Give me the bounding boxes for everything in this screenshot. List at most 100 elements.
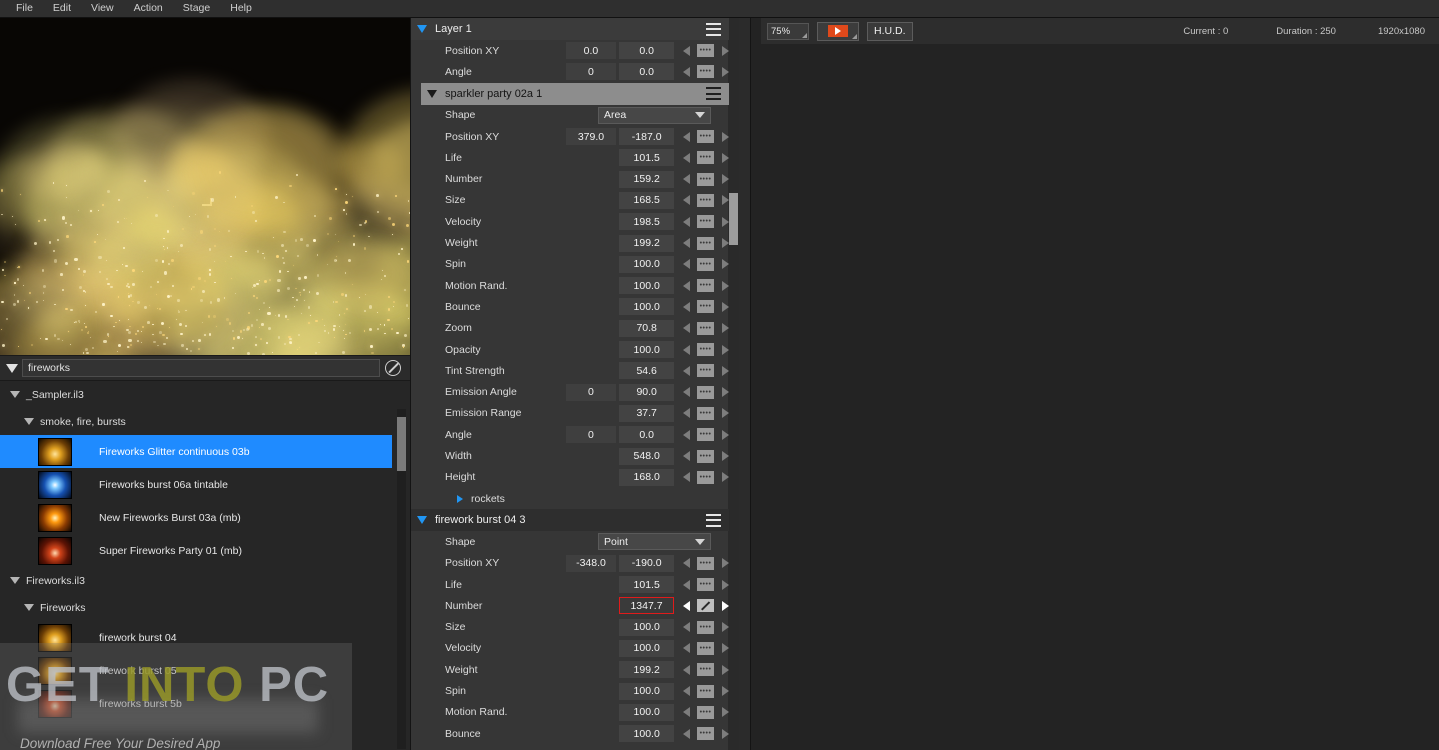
increment-arrow-icon[interactable]: [722, 664, 729, 675]
chevron-down-icon[interactable]: [24, 604, 34, 611]
param-row[interactable]: Bounce 100.0 ••••: [411, 296, 729, 317]
decrement-arrow-icon[interactable]: [683, 600, 690, 611]
curve-editor-button[interactable]: ••••: [697, 300, 714, 314]
curve-editor-button[interactable]: ••••: [697, 385, 714, 399]
curve-editor-button[interactable]: ••••: [697, 257, 714, 271]
decrement-arrow-icon[interactable]: [683, 174, 690, 185]
param-value-y[interactable]: -187.0: [619, 128, 674, 146]
decrement-arrow-icon[interactable]: [683, 686, 690, 697]
param-value-y[interactable]: 100.0: [619, 341, 674, 359]
list-item[interactable]: Fireworks Glitter continuous 03b: [0, 435, 392, 468]
effect-preview[interactable]: [0, 18, 410, 355]
menu-item-action[interactable]: Action: [124, 0, 173, 17]
param-group-header[interactable]: sparkler party 02a 1: [421, 82, 729, 105]
increment-arrow-icon[interactable]: [722, 429, 729, 440]
param-value-y[interactable]: 159.2: [619, 170, 674, 188]
decrement-arrow-icon[interactable]: [683, 728, 690, 739]
play-badge-button[interactable]: [817, 21, 859, 41]
param-row[interactable]: Size 168.5 ••••: [411, 190, 729, 211]
increment-arrow-icon[interactable]: [722, 195, 729, 206]
param-value-y[interactable]: 90.0: [619, 383, 674, 401]
decrement-arrow-icon[interactable]: [683, 323, 690, 334]
tree-node[interactable]: Fireworks: [0, 594, 392, 621]
decrement-arrow-icon[interactable]: [683, 131, 690, 142]
param-value-y[interactable]: 1347.7: [619, 597, 674, 615]
param-row[interactable]: Bounce 100.0 ••••: [411, 723, 729, 744]
param-row[interactable]: Life 101.5 ••••: [411, 147, 729, 168]
decrement-arrow-icon[interactable]: [683, 707, 690, 718]
param-row[interactable]: Tint Strength 54.6 ••••: [411, 360, 729, 381]
increment-arrow-icon[interactable]: [722, 387, 729, 398]
param-row[interactable]: Motion Rand. 100.0 ••••: [411, 702, 729, 723]
increment-arrow-icon[interactable]: [722, 238, 729, 249]
param-value-y[interactable]: 100.0: [619, 703, 674, 721]
increment-arrow-icon[interactable]: [722, 728, 729, 739]
increment-arrow-icon[interactable]: [722, 707, 729, 718]
increment-arrow-icon[interactable]: [722, 579, 729, 590]
decrement-arrow-icon[interactable]: [683, 429, 690, 440]
increment-arrow-icon[interactable]: [722, 280, 729, 291]
param-value-y[interactable]: 100.0: [619, 618, 674, 636]
param-value-y[interactable]: 0.0: [619, 42, 674, 60]
decrement-arrow-icon[interactable]: [683, 280, 690, 291]
decrement-arrow-icon[interactable]: [683, 643, 690, 654]
decrement-arrow-icon[interactable]: [683, 152, 690, 163]
increment-arrow-icon[interactable]: [722, 408, 729, 419]
decrement-arrow-icon[interactable]: [683, 579, 690, 590]
curve-editor-button[interactable]: ••••: [697, 44, 714, 58]
param-row[interactable]: Zoom 70.8 ••••: [411, 318, 729, 339]
param-value-y[interactable]: 100.0: [619, 725, 674, 743]
tree-node[interactable]: _Sampler.il3: [0, 381, 392, 408]
param-dropdown[interactable]: Area: [598, 106, 711, 124]
curve-editor-button[interactable]: ••••: [697, 641, 714, 655]
list-item[interactable]: New Fireworks Burst 03a (mb): [0, 501, 392, 534]
hamburger-icon[interactable]: [706, 87, 721, 101]
param-value-x[interactable]: 0: [565, 383, 617, 401]
increment-arrow-icon[interactable]: [722, 558, 729, 569]
param-row[interactable]: Angle 0 0.0 ••••: [411, 61, 729, 82]
param-value-y[interactable]: 0.0: [619, 63, 674, 81]
decrement-arrow-icon[interactable]: [683, 622, 690, 633]
chevron-down-icon[interactable]: [427, 89, 437, 98]
param-value-y[interactable]: 199.2: [619, 234, 674, 252]
increment-arrow-icon[interactable]: [722, 174, 729, 185]
chevron-down-icon[interactable]: [417, 516, 427, 525]
increment-arrow-icon[interactable]: [722, 451, 729, 462]
decrement-arrow-icon[interactable]: [683, 301, 690, 312]
chevron-down-icon[interactable]: [417, 25, 427, 33]
param-value-y[interactable]: 70.8: [619, 319, 674, 337]
param-value-y[interactable]: 100.0: [619, 682, 674, 700]
param-value-y[interactable]: 0.0: [619, 426, 674, 444]
param-value-y[interactable]: 37.7: [619, 404, 674, 422]
list-item[interactable]: Super Fireworks Party 01 (mb): [0, 534, 392, 567]
param-row[interactable]: Shape Point: [411, 531, 729, 552]
curve-editor-button[interactable]: ••••: [697, 705, 714, 719]
param-value-y[interactable]: 100.0: [619, 255, 674, 273]
param-value-x[interactable]: 0: [565, 63, 617, 81]
menu-item-view[interactable]: View: [81, 0, 124, 17]
menu-item-edit[interactable]: Edit: [43, 0, 81, 17]
decrement-arrow-icon[interactable]: [683, 664, 690, 675]
param-row[interactable]: rockets: [411, 488, 729, 509]
increment-arrow-icon[interactable]: [722, 643, 729, 654]
chevron-down-icon[interactable]: [10, 391, 20, 398]
param-row[interactable]: Weight 199.2 ••••: [411, 232, 729, 253]
increment-arrow-icon[interactable]: [722, 301, 729, 312]
param-dropdown[interactable]: Point: [598, 533, 711, 551]
search-input[interactable]: [22, 359, 380, 377]
increment-arrow-icon[interactable]: [722, 344, 729, 355]
curve-editor-button[interactable]: ••••: [697, 172, 714, 186]
param-value-y[interactable]: -190.0: [619, 554, 674, 572]
hamburger-icon[interactable]: [706, 22, 721, 36]
decrement-arrow-icon[interactable]: [683, 472, 690, 483]
param-row[interactable]: Motion Rand. 100.0 ••••: [411, 275, 729, 296]
curve-editor-button[interactable]: ••••: [697, 215, 714, 229]
param-row[interactable]: Shape Area: [411, 105, 729, 126]
decrement-arrow-icon[interactable]: [683, 66, 690, 77]
curve-editor-button[interactable]: ••••: [697, 151, 714, 165]
curve-editor-button[interactable]: ••••: [697, 321, 714, 335]
param-row[interactable]: Height 168.0 ••••: [411, 467, 729, 488]
decrement-arrow-icon[interactable]: [683, 558, 690, 569]
hamburger-icon[interactable]: [706, 513, 721, 527]
param-row[interactable]: Width 548.0 ••••: [411, 445, 729, 466]
